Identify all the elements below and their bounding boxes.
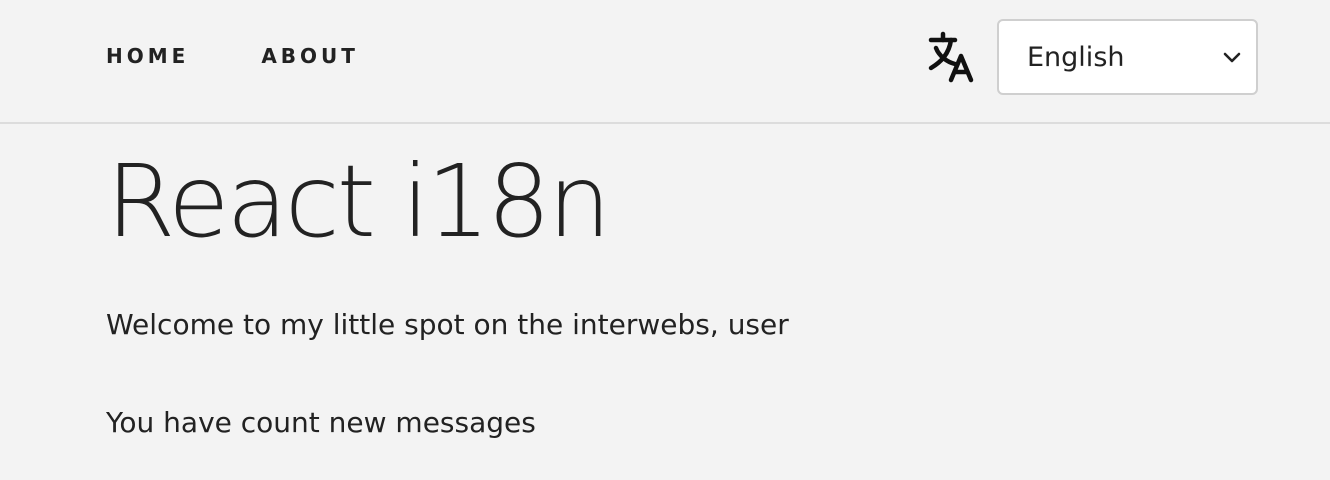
language-select[interactable]: English — [999, 21, 1256, 93]
nav-link-about[interactable]: ABOUT — [261, 44, 359, 68]
nav-link-home[interactable]: HOME — [106, 44, 189, 68]
navbar: HOME ABOUT English — [0, 0, 1330, 124]
page-title: React i18n — [106, 143, 611, 260]
welcome-message: Welcome to my little spot on the interwe… — [106, 308, 789, 341]
nav-links: HOME ABOUT — [106, 44, 359, 68]
translate-icon — [925, 30, 977, 84]
messages-count-text: You have count new messages — [106, 406, 536, 439]
language-select-wrapper: English — [997, 19, 1258, 95]
